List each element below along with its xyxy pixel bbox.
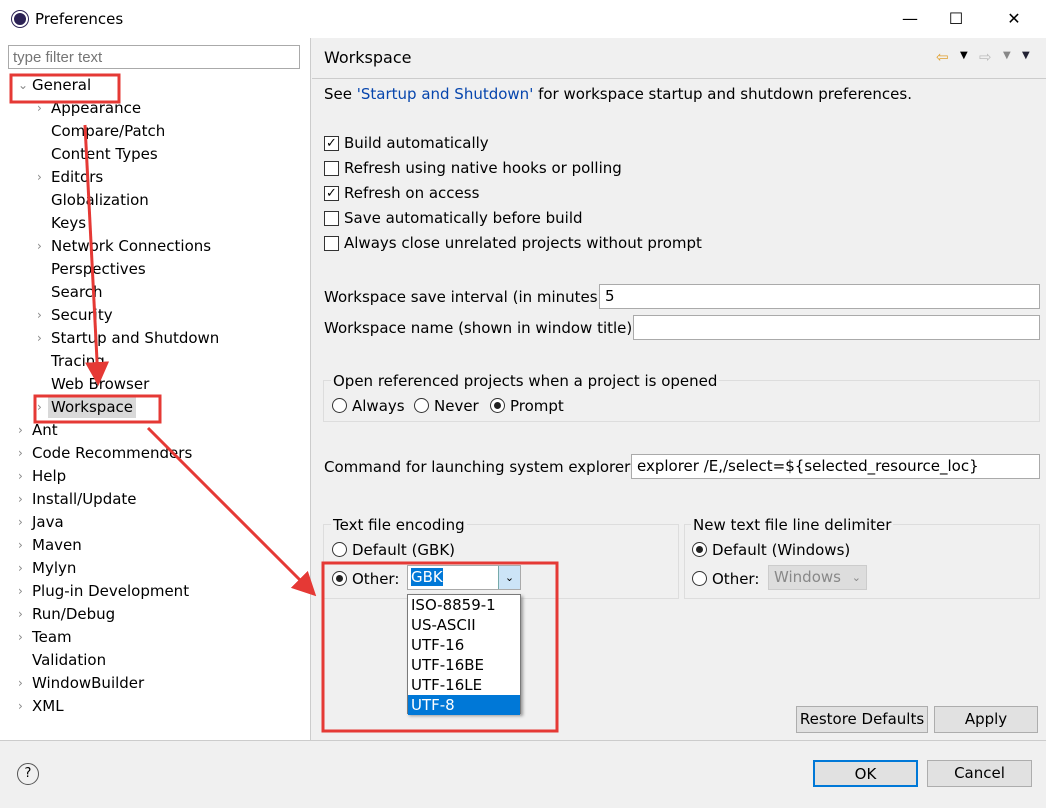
annotation-arrow-1 [83,124,110,386]
annotation-arrow-2 [146,426,317,597]
annotation-box-workspace [33,394,162,424]
annotation-overlay [9,73,559,733]
annotation-box-general [9,73,121,104]
annotation-box-encoding [321,561,559,733]
